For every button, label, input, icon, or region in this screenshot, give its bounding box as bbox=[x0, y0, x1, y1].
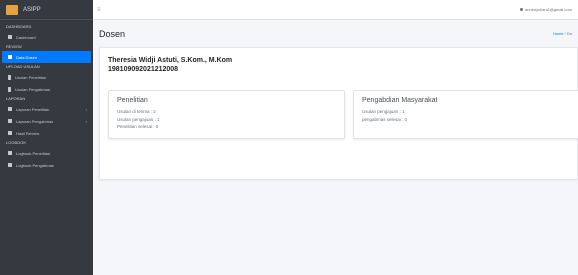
lecturer-name: Theresia Widji Astuti, S.Kom., M.Kom bbox=[108, 57, 233, 64]
pengabdian-title: Pengabdian Masyarakat bbox=[362, 97, 438, 104]
sidebar-item-laporan-penelitian[interactable]: Laporan Penelitian ‹ bbox=[0, 103, 93, 115]
users-icon bbox=[8, 55, 12, 59]
sidebar-item-usulan-penelitian[interactable]: Usulan Penelitian bbox=[0, 71, 93, 83]
breadcrumb: Home / Do bbox=[553, 31, 572, 36]
sidebar-item-label: Usulan Pengabmas bbox=[15, 86, 50, 92]
sidebar: ASIPP DASHBOARD Dashboard REVIEW Data Do… bbox=[0, 0, 93, 275]
chevron-left-icon: ‹ bbox=[85, 118, 87, 124]
edit-icon bbox=[8, 119, 12, 123]
sidebar-item-logbook-penelitian[interactable]: Logbook Penelitian bbox=[0, 147, 93, 159]
pengabmas-selesai-stat: pengabmas selesai : 0 bbox=[362, 116, 408, 122]
pencil-square-icon bbox=[8, 163, 12, 167]
list-icon bbox=[8, 131, 12, 135]
sidebar-item-laporan-pengabmas[interactable]: Laporan Pengabmas ‹ bbox=[0, 115, 93, 127]
document-icon bbox=[8, 74, 11, 80]
breadcrumb-home-link[interactable]: Home bbox=[553, 31, 564, 36]
sidebar-item-label: Laporan Penelitian bbox=[16, 106, 50, 112]
sidebar-item-usulan-pengabmas[interactable]: Usulan Pengabmas bbox=[0, 83, 93, 95]
chevron-left-icon: ‹ bbox=[85, 106, 87, 112]
usulan-diterima-stat: Usulan di terima : 2 bbox=[117, 109, 156, 114]
edit-icon bbox=[8, 107, 12, 111]
breadcrumb-separator: / bbox=[564, 31, 566, 36]
sidebar-item-label: Hasil Review bbox=[16, 130, 40, 136]
breadcrumb-current: Do bbox=[566, 31, 572, 36]
pencil-square-icon bbox=[8, 151, 12, 155]
brand-logo-icon bbox=[6, 4, 18, 15]
main-content: Dosen Home / Do Theresia Widji Astuti, S… bbox=[93, 20, 578, 275]
sidebar-item-label: Logbook Pengabmas bbox=[16, 162, 54, 168]
content-header: Dosen Home / Do bbox=[93, 20, 578, 47]
sidebar-item-label: Usulan Penelitian bbox=[15, 74, 47, 80]
top-navbar: ≡ anneoyuliani2@gmail.com bbox=[93, 0, 578, 20]
dashboard-icon bbox=[8, 35, 12, 39]
sidebar-item-logbook-pengabmas[interactable]: Logbook Pengabmas bbox=[0, 159, 93, 171]
penelitian-box: Penelitian Usulan di terima : 2 Usulan p… bbox=[108, 90, 345, 139]
sidebar-item-label: Data Dosen bbox=[16, 54, 38, 60]
sidebar-item-hasil-review[interactable]: Hasil Review bbox=[0, 127, 93, 139]
nav-header-logbook: LOGBOOK bbox=[6, 140, 27, 145]
lecturer-id: 198109092021212008 bbox=[108, 66, 179, 73]
document-icon bbox=[8, 86, 11, 92]
sidebar-item-label: Logbook Penelitian bbox=[16, 150, 51, 156]
user-icon bbox=[520, 8, 524, 11]
usulan-pengajuan-stat: Usulan pengajuan : 1 bbox=[117, 116, 160, 122]
user-email: anneoyuliani2@gmail.com bbox=[525, 7, 572, 12]
nav-header-upload: Upload Usulan bbox=[6, 64, 40, 69]
nav-header-laporan: LAPORAN bbox=[6, 96, 26, 101]
sidebar-item-data-dosen[interactable]: Data Dosen bbox=[2, 51, 91, 63]
sidebar-item-dashboard[interactable]: Dashboard bbox=[0, 31, 93, 43]
brand[interactable]: ASIPP bbox=[0, 0, 93, 20]
penelitian-title: Penelitian bbox=[117, 97, 148, 104]
sidebar-item-label: Laporan Pengabmas bbox=[16, 118, 54, 124]
lecturer-card: Theresia Widji Astuti, S.Kom., M.Kom 198… bbox=[99, 47, 578, 180]
brand-name: ASIPP bbox=[23, 6, 41, 13]
page-title: Dosen bbox=[99, 28, 126, 39]
sidebar-item-label: Dashboard bbox=[16, 34, 36, 40]
hamburger-menu-icon[interactable]: ≡ bbox=[97, 7, 101, 13]
user-menu[interactable]: anneoyuliani2@gmail.com bbox=[520, 7, 572, 12]
penelitian-selesai-stat: Penelitian selesai : 0 bbox=[117, 124, 159, 129]
nav-header-dashboard: DASHBOARD bbox=[6, 24, 32, 29]
nav-header-review: REVIEW bbox=[6, 44, 22, 49]
pengabdian-usulan-pengajuan-stat: Usulan pengajuan : 1 bbox=[362, 109, 405, 114]
pengabdian-box: Pengabdian Masyarakat Usulan pengajuan :… bbox=[353, 90, 578, 139]
